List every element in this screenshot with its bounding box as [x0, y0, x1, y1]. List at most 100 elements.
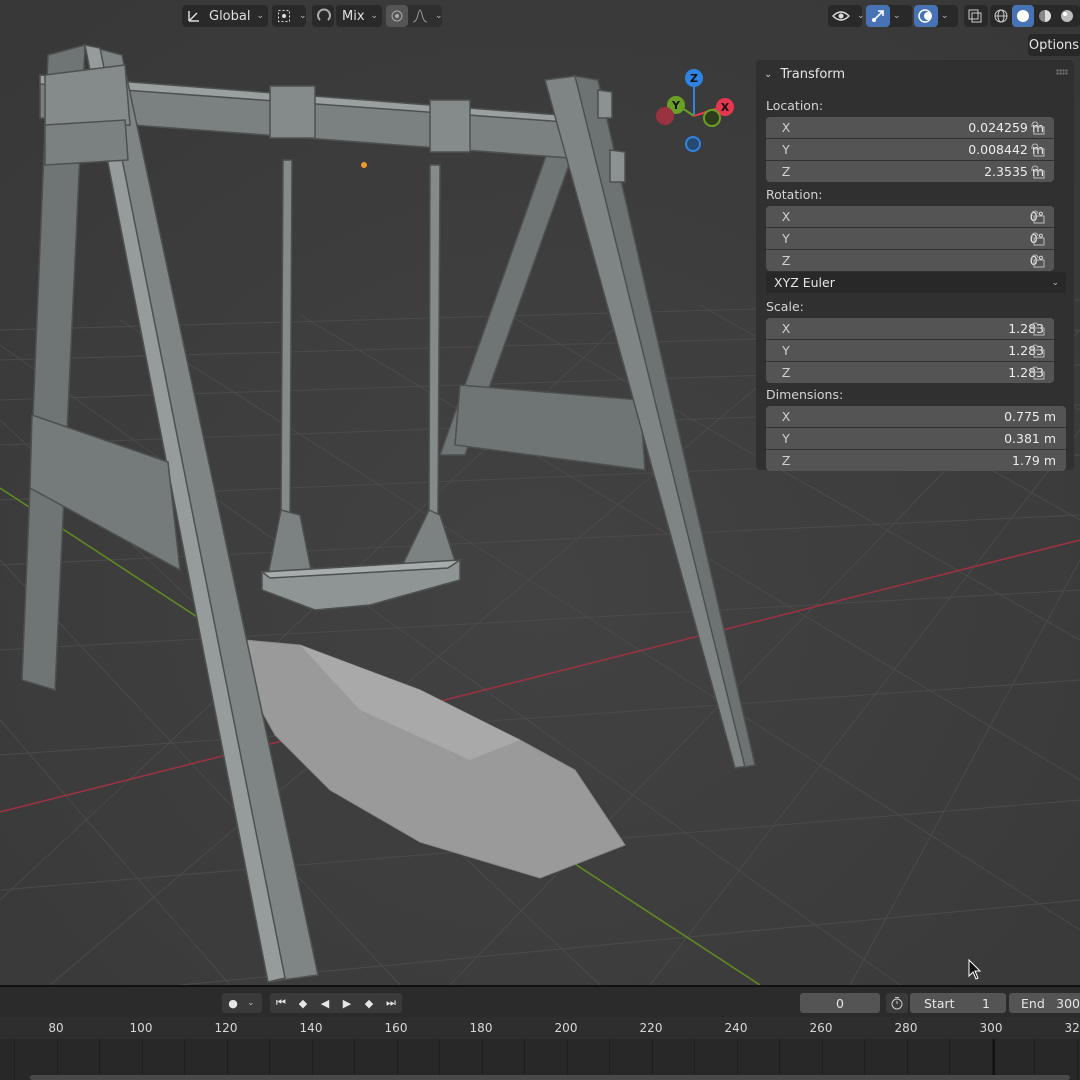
options-button[interactable]: Options — [1028, 34, 1080, 56]
lock-icon[interactable] — [1030, 366, 1046, 380]
rotation-x-field[interactable]: X 0° — [766, 206, 1054, 227]
lock-icon[interactable] — [1030, 210, 1046, 224]
gizmo-neg-z-axis[interactable] — [685, 136, 701, 152]
field-value: 0.775 m — [1004, 409, 1056, 424]
frame-tick-label: 120 — [214, 1021, 238, 1035]
start-label: Start — [924, 995, 955, 1011]
timeline-grid-line — [737, 1039, 738, 1080]
timeline-grid-line — [1034, 1039, 1035, 1080]
timeline-scrollbar[interactable] — [30, 1075, 1070, 1080]
location-z-field[interactable]: Z 2.3535 m — [766, 161, 1054, 182]
field-value: 1.283 — [1008, 343, 1044, 358]
transform-orientation-dropdown[interactable]: Global ⌄ — [182, 5, 268, 27]
field-value: 1.283 — [1008, 365, 1044, 380]
rotation-z-field[interactable]: Z 0° — [766, 250, 1054, 271]
timeline-grid-line — [949, 1039, 950, 1080]
jump-to-end-icon[interactable]: ⏭ — [380, 993, 402, 1013]
timeline-grid-line — [354, 1039, 355, 1080]
record-icon[interactable]: ● — [222, 993, 244, 1013]
current-frame-field[interactable]: 0 — [800, 993, 880, 1013]
dimensions-y-field[interactable]: Y 0.381 m — [766, 428, 1066, 449]
rotation-label: Rotation: — [766, 187, 823, 202]
frame-tick-label: 260 — [809, 1021, 833, 1035]
axis-label: X — [781, 409, 791, 424]
shading-mode-group[interactable] — [990, 5, 1080, 27]
start-value: 1 — [982, 995, 990, 1011]
lock-icon[interactable] — [1030, 254, 1046, 268]
xray-toggle[interactable] — [964, 5, 988, 27]
pivot-point-dropdown[interactable]: ⌄ — [272, 5, 307, 27]
timeline-tracks[interactable] — [0, 1039, 1080, 1080]
lock-icon[interactable] — [1030, 322, 1046, 336]
proportional-editing-toggle[interactable] — [312, 5, 334, 27]
lock-icon[interactable] — [1030, 232, 1046, 246]
timeline-grid-line — [524, 1039, 525, 1080]
scale-z-field[interactable]: Z 1.283 — [766, 362, 1054, 383]
magnet-icon — [312, 5, 336, 27]
scale-x-field[interactable]: X 1.283 — [766, 318, 1054, 339]
lock-icon[interactable] — [1030, 143, 1046, 157]
object-origin — [361, 162, 367, 168]
gizmo-neg-x-axis[interactable] — [656, 107, 674, 125]
solid-shading-icon[interactable] — [1012, 5, 1034, 27]
object-visibility-dropdown[interactable]: ⌄ — [828, 5, 865, 27]
gizmo-z-axis[interactable]: Z — [685, 69, 703, 87]
frame-ruler[interactable]: 80 100 120 140 160 180 200 220 240 260 280 300 320 — [0, 1017, 1080, 1039]
overlays-dropdown[interactable]: ⌄ — [914, 5, 958, 27]
wireframe-shading-icon[interactable] — [990, 5, 1012, 27]
axis-label: Y — [782, 343, 790, 358]
gizmo-dropdown[interactable]: ⌄ — [866, 5, 912, 27]
end-label: End — [1021, 995, 1045, 1011]
start-frame-field[interactable]: Start 1 — [910, 993, 1006, 1013]
gizmo-toggle-icon[interactable] — [866, 5, 890, 27]
lock-icon[interactable] — [1030, 121, 1046, 135]
frame-tick-label: 100 — [129, 1021, 153, 1035]
location-y-field[interactable]: Y 0.008442 m — [766, 139, 1054, 160]
dimensions-z-field[interactable]: Z 1.79 m — [766, 450, 1066, 471]
navigation-gizmo[interactable]: Z Y X — [650, 66, 740, 156]
rotation-y-field[interactable]: Y 0° — [766, 228, 1054, 249]
lock-icon[interactable] — [1030, 165, 1046, 179]
collapse-triangle-icon: ⌄ — [764, 68, 773, 80]
location-x-field[interactable]: X 0.024259 m — [766, 117, 1054, 138]
rotation-mode-label: XYZ Euler — [774, 275, 835, 290]
3d-viewport[interactable]: Z Y X Global ⌄ ⌄ Mix ⌄ ⌄ ⌄ ⌄ ⌄ Options ⌄… — [0, 0, 1080, 985]
timeline-grid-line — [99, 1039, 100, 1080]
rendered-shading-icon[interactable] — [1056, 5, 1078, 27]
proportional-icon — [386, 5, 408, 27]
rotation-mode-dropdown[interactable]: XYZ Euler ⌄ — [766, 272, 1066, 293]
gizmo-neg-y-axis[interactable] — [703, 109, 721, 127]
frame-tick-label: 240 — [724, 1021, 748, 1035]
material-shading-icon[interactable] — [1034, 5, 1056, 27]
use-preview-range-toggle[interactable] — [886, 993, 908, 1013]
timeline-grid-line — [184, 1039, 185, 1080]
prev-keyframe-icon[interactable]: ◆ — [292, 993, 314, 1013]
scale-y-field[interactable]: Y 1.283 — [766, 340, 1054, 361]
dimensions-label: Dimensions: — [766, 387, 844, 402]
transform-panel-header[interactable]: ⌄ Transform — [756, 60, 1074, 88]
timeline-grid-line — [907, 1039, 908, 1080]
proportional-falloff-group[interactable]: ⌄ — [386, 5, 443, 27]
play-icon[interactable]: ▶ — [336, 993, 358, 1013]
keying-dropdown[interactable]: ● ⌄ — [222, 993, 262, 1013]
overlays-icon[interactable] — [914, 5, 938, 27]
field-value: 0.381 m — [1004, 431, 1056, 446]
play-reverse-icon[interactable]: ◀ — [314, 993, 336, 1013]
drag-grip-icon[interactable] — [1056, 69, 1068, 75]
frame-tick-label: 200 — [554, 1021, 578, 1035]
snap-mode-dropdown[interactable]: Mix ⌄ — [336, 5, 382, 27]
timeline-editor: ● ⌄ ⏮ ◆ ◀ ▶ ◆ ⏭ 0 Start 1 End 300 80 100 1… — [0, 985, 1080, 1080]
chevron-down-icon: ⌄ — [893, 11, 901, 21]
timeline-grid-line — [694, 1039, 695, 1080]
lock-icon[interactable] — [1030, 344, 1046, 358]
timeline-grid-line — [397, 1039, 398, 1080]
chevron-down-icon: ⌄ — [941, 11, 949, 21]
axis-label: Y — [782, 431, 790, 446]
falloff-curve-icon — [408, 5, 432, 27]
frame-tick-label: 280 — [894, 1021, 918, 1035]
dimensions-x-field[interactable]: X 0.775 m — [766, 406, 1066, 427]
next-keyframe-icon[interactable]: ◆ — [358, 993, 380, 1013]
end-frame-field[interactable]: End 300 — [1009, 993, 1080, 1013]
jump-to-start-icon[interactable]: ⏮ — [270, 993, 292, 1013]
field-value: 1.283 — [1008, 321, 1044, 336]
